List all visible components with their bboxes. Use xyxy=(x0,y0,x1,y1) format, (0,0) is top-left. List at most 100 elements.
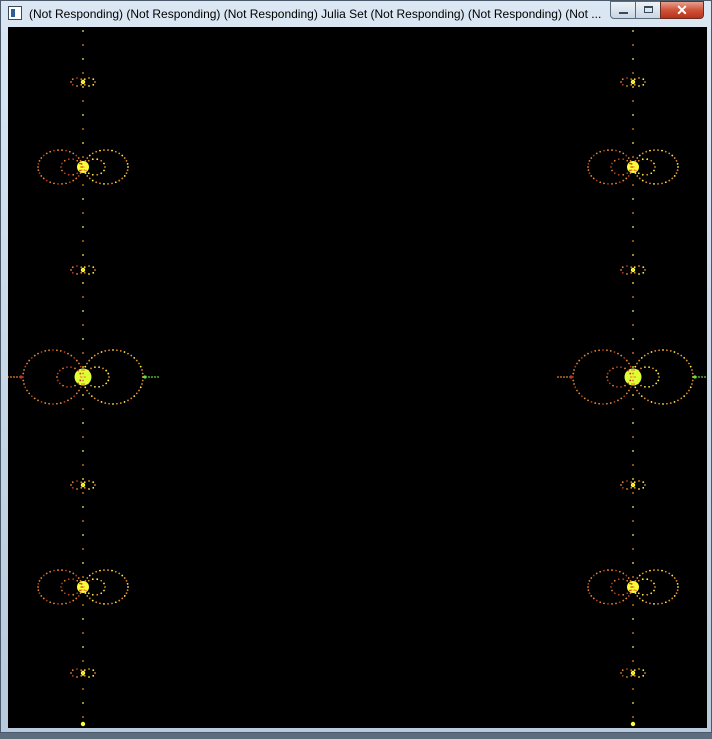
fractal-ring-dot xyxy=(611,569,613,571)
fractal-ring-dot xyxy=(676,589,679,592)
spine-dot xyxy=(632,226,634,228)
minimize-button[interactable] xyxy=(610,1,636,19)
fractal-ring-dot xyxy=(23,383,25,385)
window-app-icon[interactable] xyxy=(8,6,22,20)
spine-dot xyxy=(82,226,84,228)
fractal-ring-dot xyxy=(56,402,58,405)
fractal-ring-dot xyxy=(119,402,122,404)
fractal-ring-dot xyxy=(606,376,608,378)
spine-dot xyxy=(82,716,84,718)
fractal-ring-dot xyxy=(680,354,683,357)
fractal-ring-dot xyxy=(79,172,82,175)
fractal-ring-dot xyxy=(622,152,625,155)
fractal-ring-dot xyxy=(71,481,74,484)
lobe-core xyxy=(627,581,639,593)
fractal-ring-dot xyxy=(38,592,41,595)
spine-dot xyxy=(632,100,634,102)
fractal-ring-dot xyxy=(112,349,114,351)
spine-dot xyxy=(82,114,84,116)
fractal-ring-dot xyxy=(94,81,96,83)
fractal-ring-dot xyxy=(33,354,36,357)
tail-node xyxy=(143,375,147,379)
fractal-ring-dot xyxy=(85,162,87,165)
fractal-ring-dot xyxy=(86,369,89,372)
fractal-ring-dot xyxy=(80,582,83,585)
fractal-ring-dot xyxy=(94,672,96,674)
fractal-ring-dot xyxy=(96,578,99,581)
fractal-ring-dot xyxy=(652,384,654,387)
fractal-ring-dot xyxy=(629,169,631,172)
spine-dot xyxy=(82,604,84,606)
fractal-ring-dot xyxy=(57,603,59,605)
fractal-ring-dot xyxy=(638,265,640,267)
julia-set-canvas[interactable] xyxy=(8,27,707,728)
fractal-ring-dot xyxy=(91,173,94,176)
fractal-ring-dot xyxy=(80,162,83,165)
fractal-ring-dot xyxy=(81,383,83,385)
fractal-ring-dot xyxy=(574,386,577,389)
tail-node xyxy=(569,375,573,379)
fractal-ring-dot xyxy=(620,81,622,83)
fractal-ring-dot xyxy=(80,481,83,484)
fractal-ring-dot xyxy=(141,372,144,375)
fractal-ring-dot xyxy=(658,402,660,405)
close-icon: ✕ xyxy=(676,2,688,18)
fractal-ring-dot xyxy=(66,385,68,388)
spine-dot xyxy=(632,492,634,494)
fractal-ring-dot xyxy=(141,383,143,385)
fractal-ring-dot xyxy=(38,172,41,175)
fractal-ring-dot xyxy=(622,599,625,602)
fractal-ring-dot xyxy=(637,592,640,595)
fractal-ring-dot xyxy=(67,173,70,176)
fractal-ring-dot xyxy=(627,577,630,579)
spine-dot xyxy=(632,58,634,60)
fractal-ring-dot xyxy=(610,166,612,168)
fractal-ring-dot xyxy=(126,162,129,165)
fractal-ring-dot xyxy=(641,152,644,155)
fractal-ring-dot xyxy=(65,182,67,185)
fractal-ring-dot xyxy=(61,183,63,185)
spine-dot xyxy=(82,100,84,102)
fractal-ring-dot xyxy=(587,166,589,168)
spine-dot xyxy=(632,72,634,74)
fractal-ring-dot xyxy=(638,668,640,670)
fractal-ring-dot xyxy=(28,392,31,395)
fractal-ring-dot xyxy=(40,175,43,177)
fractal-ring-dot xyxy=(92,266,95,269)
fractal-ring-dot xyxy=(104,402,107,404)
tail-dot xyxy=(157,376,159,378)
fractal-ring-dot xyxy=(587,399,589,402)
spine-dot xyxy=(632,618,634,620)
fractal-ring-dot xyxy=(587,589,590,592)
fractal-ring-dot xyxy=(71,78,74,81)
fractal-ring-dot xyxy=(94,269,96,271)
fractal-ring-dot xyxy=(86,157,89,159)
tail-dot xyxy=(704,376,706,378)
fractal-ring-dot xyxy=(48,349,50,352)
maximize-button[interactable] xyxy=(635,1,661,19)
fractal-ring-dot xyxy=(67,578,70,581)
title-bar[interactable]: (Not Responding) (Not Responding) (Not R… xyxy=(1,1,711,27)
fractal-ring-dot xyxy=(603,602,605,605)
fractal-ring-dot xyxy=(634,159,637,162)
lobe-core xyxy=(77,581,89,593)
spine-dot xyxy=(82,422,84,424)
fractal-ring-dot xyxy=(630,169,633,172)
fractal-ring-dot xyxy=(114,601,117,604)
spine-dot xyxy=(632,352,634,354)
fractal-ring-dot xyxy=(595,152,598,155)
fractal-ring-dot xyxy=(611,582,613,585)
fractal-ring-dot xyxy=(595,599,598,602)
fractal-ring-dot xyxy=(79,579,82,582)
fractal-ring-dot xyxy=(96,173,99,176)
fractal-ring-dot xyxy=(628,389,630,392)
fractal-ring-dot xyxy=(620,269,622,271)
spine-dot xyxy=(632,436,634,438)
tail-dot xyxy=(151,376,153,378)
close-button[interactable]: ✕ xyxy=(660,1,704,19)
fractal-ring-dot xyxy=(617,158,620,161)
fractal-ring-dot xyxy=(606,372,609,375)
spine-dot xyxy=(632,366,634,368)
fractal-ring-dot xyxy=(612,367,614,370)
fractal-ring-dot xyxy=(629,379,632,382)
